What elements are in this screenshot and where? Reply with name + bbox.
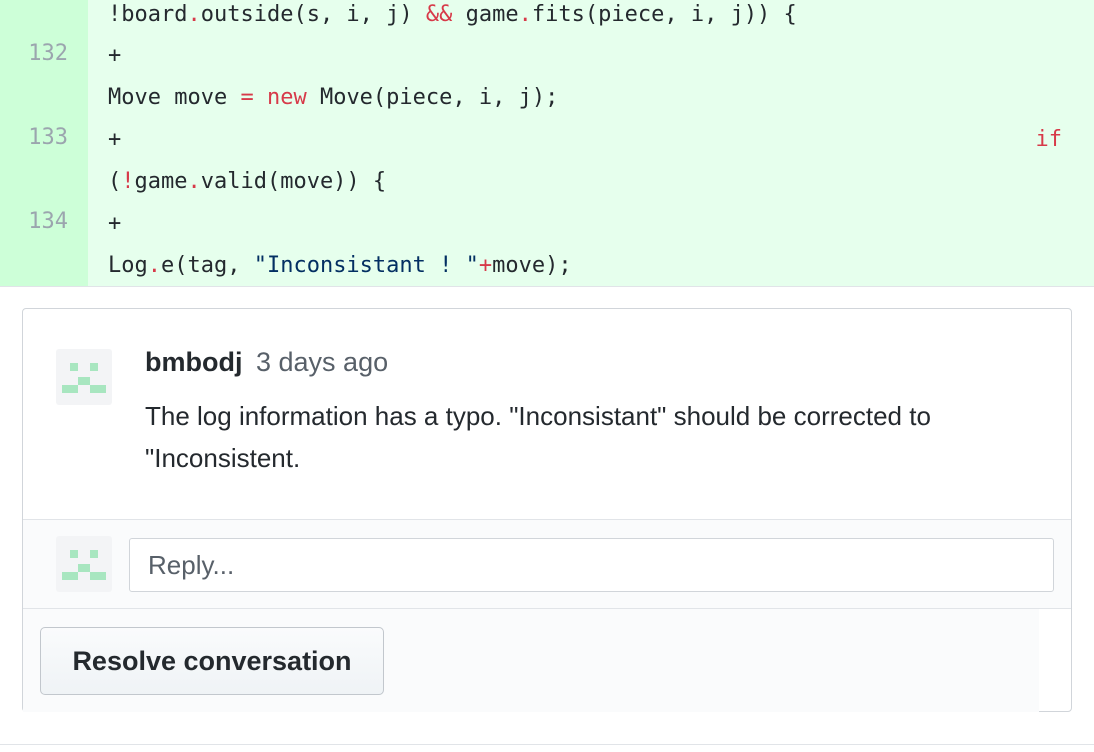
- avatar[interactable]: [56, 349, 112, 405]
- comment-body: The log information has a typo. "Inconsi…: [145, 401, 931, 473]
- code-review-view: !board.outside(s, i, j) && game.fits(pie…: [0, 0, 1094, 752]
- diff-code-area: [88, 0, 1094, 287]
- comment-author[interactable]: bmbodj: [145, 347, 242, 378]
- avatar-pixel: [70, 363, 78, 371]
- thread-bottom-divider: [0, 744, 1094, 745]
- code-line-log: Log.e(tag, "Inconsistant ! "+move);: [108, 253, 572, 278]
- comment-timestamp[interactable]: 3 days ago: [256, 347, 388, 378]
- avatar-pixel: [70, 550, 78, 558]
- code-line-move: Move move = new Move(piece, i, j);: [108, 85, 559, 110]
- avatar-pixel: [62, 572, 78, 580]
- avatar-pixel: [90, 572, 106, 580]
- current-user-avatar: [56, 536, 112, 592]
- reply-area: [23, 519, 1071, 609]
- avatar-pixel: [90, 385, 106, 393]
- avatar-pixel: [78, 377, 90, 385]
- code-line-condition: !board.outside(s, i, j) && game.fits(pie…: [108, 2, 797, 27]
- resolve-conversation-button[interactable]: Resolve conversation: [40, 627, 384, 695]
- code-line-valid: (!game.valid(move)) {: [108, 169, 387, 194]
- line-number-134[interactable]: 134: [0, 207, 68, 237]
- line-number-132[interactable]: 132: [0, 39, 68, 69]
- avatar-pixel: [62, 385, 78, 393]
- diff-add-marker: +: [108, 43, 122, 68]
- review-thread: bmbodj 3 days ago The log information ha…: [22, 308, 1072, 712]
- reply-input[interactable]: [129, 538, 1054, 592]
- diff-add-marker: +: [108, 211, 122, 236]
- avatar-pixel: [90, 363, 98, 371]
- code-keyword-if: if: [1035, 127, 1063, 152]
- diff-block: !board.outside(s, i, j) && game.fits(pie…: [0, 0, 1094, 287]
- resolve-area: Resolve conversation: [23, 609, 1039, 712]
- avatar-pixel: [78, 564, 90, 572]
- line-number-133[interactable]: 133: [0, 123, 68, 153]
- avatar-pixel: [90, 550, 98, 558]
- review-comment: bmbodj 3 days ago The log information ha…: [23, 309, 1071, 519]
- diff-add-marker: +: [108, 127, 122, 152]
